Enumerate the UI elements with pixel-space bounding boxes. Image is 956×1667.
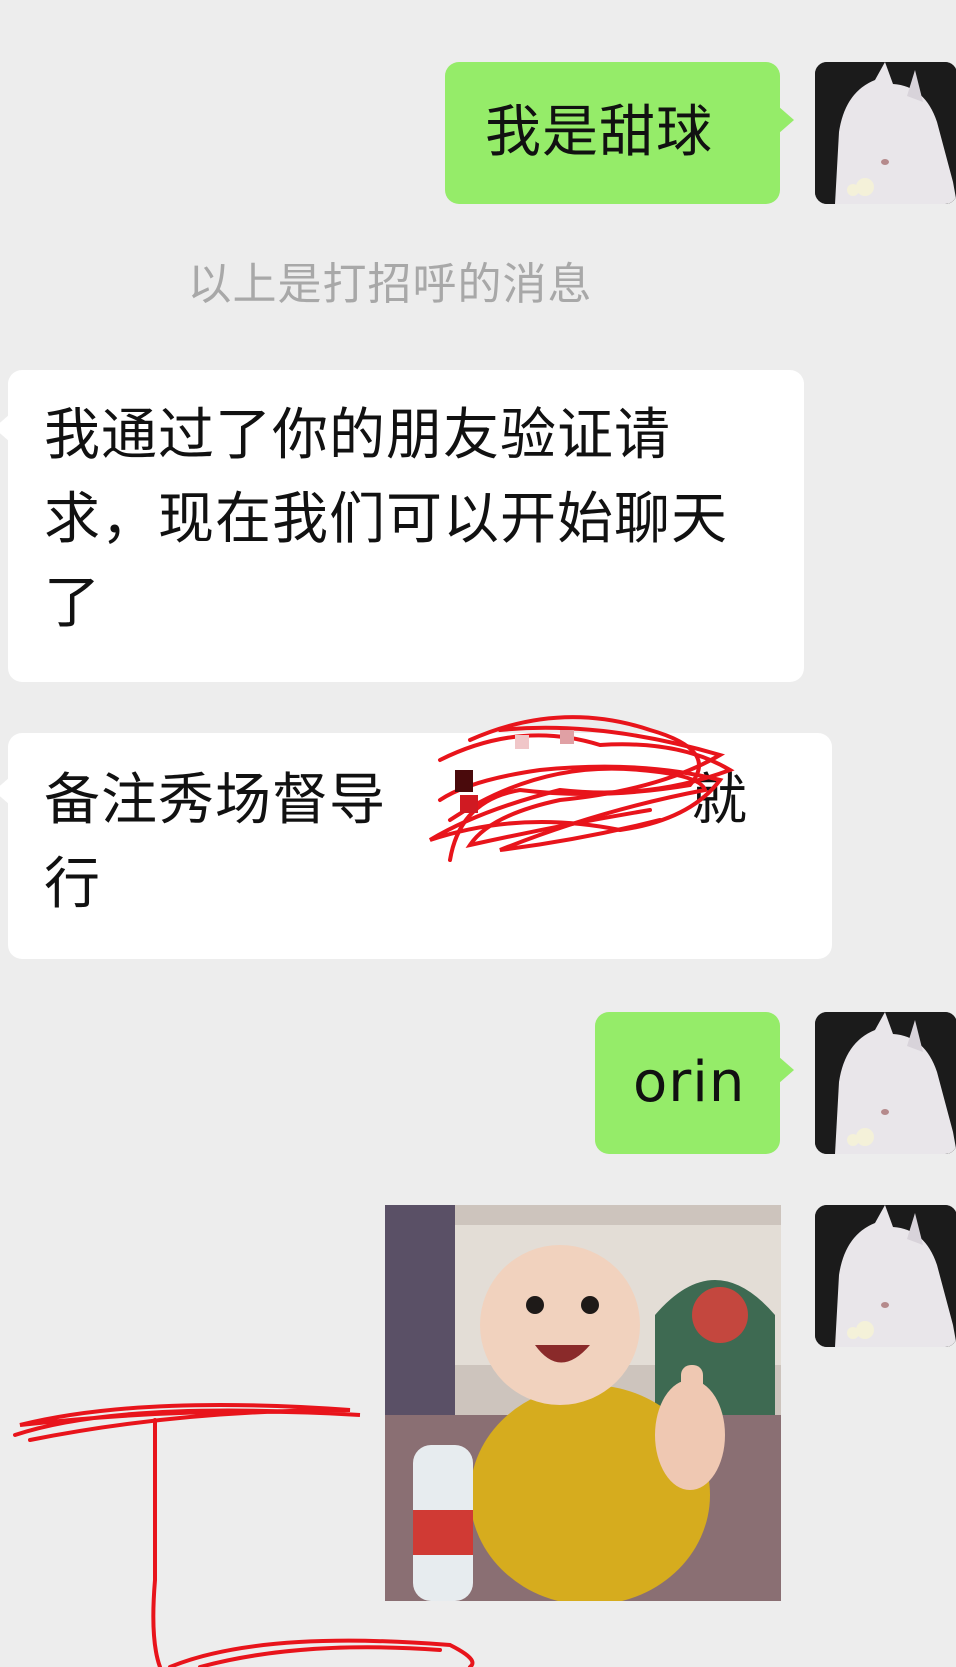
message-bubble-received[interactable]: 备注秀场督导 就行	[0, 733, 832, 959]
message-text-prefix: 备注秀场督导	[44, 768, 386, 833]
white-horse-avatar-icon	[815, 1205, 956, 1347]
sender-avatar[interactable]	[815, 1205, 956, 1347]
message-bubble-sent[interactable]: orin	[595, 1012, 794, 1154]
greeting-system-note: 以上是打招呼的消息	[187, 259, 593, 310]
message-text: 备注秀场督导 就行	[44, 759, 796, 927]
sender-avatar[interactable]	[815, 1012, 956, 1154]
sender-avatar[interactable]	[815, 62, 956, 204]
message-bubble-received[interactable]: 我通过了你的朋友验证请求，现在我们可以开始聊天了	[0, 370, 804, 682]
image-message[interactable]	[385, 1205, 781, 1601]
message-text: 我是甜球	[485, 100, 713, 165]
white-horse-avatar-icon	[815, 1012, 956, 1154]
baby-thumbs-up-sticker-icon	[385, 1205, 781, 1601]
message-text: orin	[633, 1050, 746, 1115]
message-text: 我通过了你的朋友验证请求，现在我们可以开始聊天了	[44, 403, 728, 636]
message-bubble-sent[interactable]: 我是甜球	[445, 62, 794, 204]
white-horse-avatar-icon	[815, 62, 956, 204]
